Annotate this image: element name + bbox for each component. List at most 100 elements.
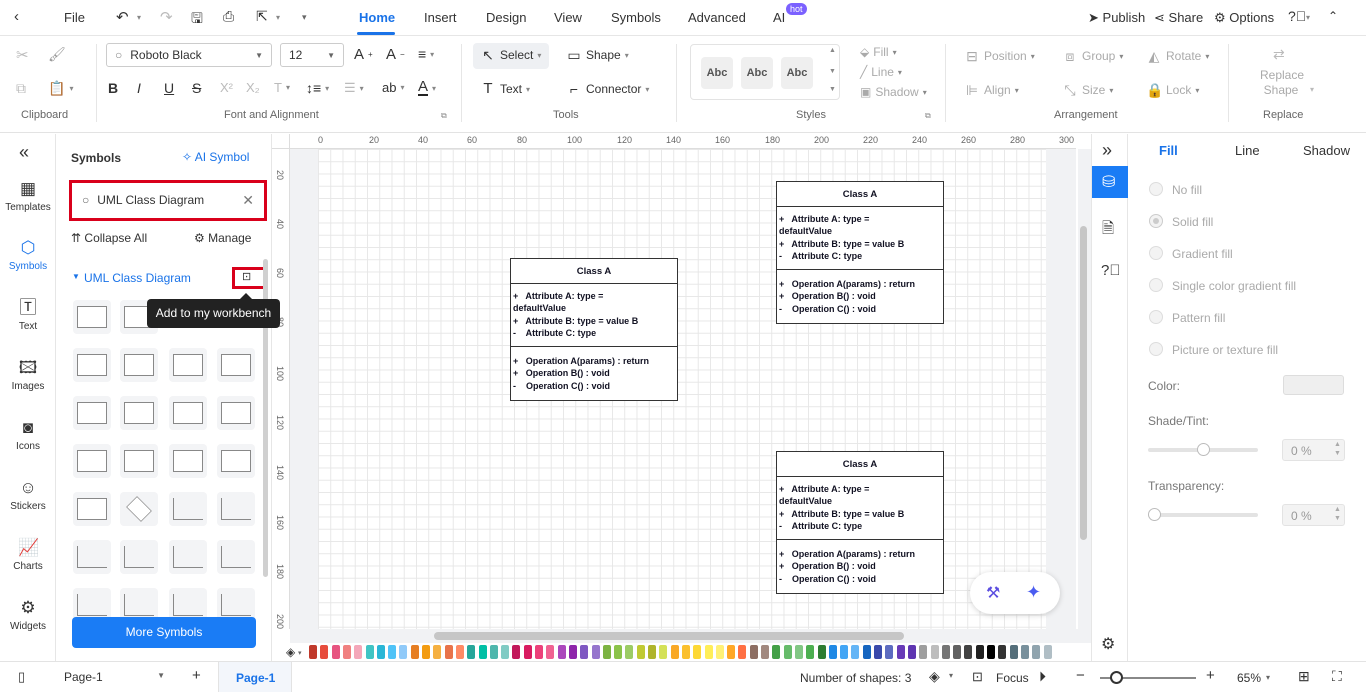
color-swatch[interactable] — [704, 645, 713, 659]
symbol-thumbnail[interactable] — [73, 300, 111, 334]
tab-home[interactable]: Home — [359, 10, 395, 25]
help-dropdown-icon[interactable]: ▾ — [1306, 13, 1310, 22]
tab-symbols[interactable]: Symbols — [611, 10, 661, 25]
nav-icons[interactable]: ◙ Icons — [0, 418, 56, 452]
color-swatch[interactable] — [659, 645, 668, 659]
line-spacing-icon[interactable]: ↕≡ ▾ — [306, 80, 329, 96]
style-preset-2[interactable]: Abc — [741, 57, 773, 89]
copy-icon[interactable]: ⧉ — [16, 80, 26, 97]
tab-shadow[interactable]: Shadow — [1303, 143, 1350, 158]
symbol-thumbnail[interactable] — [73, 348, 111, 382]
color-swatch[interactable] — [331, 645, 340, 659]
page-select[interactable]: Page-1 ▼ — [50, 666, 175, 688]
bullets-icon[interactable]: ☰ ▾ — [344, 80, 364, 96]
color-swatch[interactable] — [557, 645, 566, 659]
color-swatch[interactable] — [614, 645, 623, 659]
page-panel-icon[interactable]: ▯ — [18, 669, 25, 685]
color-swatch[interactable] — [467, 645, 476, 659]
expand-gallery-icon[interactable]: ▼ — [829, 86, 836, 93]
nav-text[interactable]: 🅃 Text — [0, 298, 56, 332]
radio-picture-fill[interactable] — [1149, 342, 1163, 356]
color-swatch[interactable] — [783, 645, 792, 659]
radio-solid-fill[interactable] — [1149, 214, 1163, 228]
more-symbols-button[interactable]: More Symbols — [72, 617, 256, 648]
color-swatch[interactable] — [862, 645, 871, 659]
symbol-thumbnail[interactable] — [120, 492, 158, 526]
nav-symbols[interactable]: ⬡ Symbols — [0, 238, 56, 272]
color-swatch[interactable] — [602, 645, 611, 659]
color-swatch[interactable] — [1043, 645, 1052, 659]
color-swatch[interactable] — [953, 645, 962, 659]
file-menu[interactable]: File — [64, 10, 85, 25]
color-swatch[interactable] — [365, 645, 374, 659]
color-swatch[interactable] — [320, 645, 329, 659]
clear-icon[interactable]: ✕ — [242, 192, 254, 209]
color-swatch[interactable] — [941, 645, 950, 659]
symbol-thumbnail[interactable] — [217, 396, 255, 430]
font-family-select[interactable]: ○ Roboto Black ▼ — [106, 43, 272, 67]
line-button[interactable]: ╱ Line ▾ — [860, 65, 902, 79]
color-swatch[interactable] — [433, 645, 442, 659]
undo-icon[interactable]: ↶ — [116, 8, 129, 26]
color-swatch[interactable] — [388, 645, 397, 659]
color-swatch[interactable] — [546, 645, 555, 659]
back-icon[interactable]: ‹ — [14, 8, 19, 25]
connector-button[interactable]: ⌐ Connector ▾ — [566, 81, 649, 97]
color-swatch[interactable] — [648, 645, 656, 659]
strikethrough-icon[interactable]: S — [192, 80, 201, 96]
color-swatch[interactable] — [919, 645, 928, 659]
text-case-icon[interactable]: T ▾ — [274, 80, 290, 95]
lock-button[interactable]: 🔒 Lock ▾ — [1146, 82, 1199, 98]
increase-font-icon[interactable]: A + — [354, 46, 373, 63]
symbol-thumbnail[interactable] — [120, 396, 158, 430]
text-highlight-icon[interactable]: ab ▾ — [382, 80, 404, 95]
horizontal-scrollbar[interactable] — [434, 632, 904, 640]
zoom-level[interactable]: 65% — [1237, 671, 1261, 685]
text-button[interactable]: T Text ▾ — [480, 81, 530, 97]
color-swatch[interactable] — [1032, 645, 1041, 659]
color-swatch[interactable] — [885, 645, 894, 659]
options-button[interactable]: ⚙ Options — [1214, 10, 1274, 26]
expand-panel-icon[interactable]: » — [1102, 140, 1112, 161]
font-color-icon[interactable]: A ▾ — [418, 79, 436, 96]
color-swatch[interactable] — [512, 645, 521, 659]
color-swatch[interactable] — [455, 645, 464, 659]
color-swatch[interactable] — [376, 645, 385, 659]
tab-line[interactable]: Line — [1235, 143, 1260, 158]
fill-button[interactable]: ⬙ Fill ▾ — [860, 45, 897, 59]
symbol-thumbnail[interactable] — [217, 492, 255, 526]
symbol-thumbnail[interactable] — [120, 348, 158, 382]
color-swatch[interactable] — [761, 645, 769, 659]
paint-bucket-icon[interactable]: ⛁ — [1102, 172, 1115, 192]
color-swatch[interactable] — [874, 645, 882, 659]
fit-page-icon[interactable]: ⊞ — [1298, 668, 1310, 685]
color-swatch[interactable] — [1009, 645, 1018, 659]
symbol-thumbnail[interactable] — [217, 540, 255, 574]
paste-icon[interactable]: 📋 ▾ — [48, 80, 73, 97]
symbol-thumbnail[interactable] — [73, 540, 111, 574]
style-preset-3[interactable]: Abc — [781, 57, 813, 89]
focus-icon[interactable]: ⊡ — [972, 669, 983, 685]
color-swatch[interactable] — [422, 645, 430, 659]
nav-stickers[interactable]: ☺ Stickers — [0, 478, 56, 512]
symbol-thumbnail[interactable] — [169, 444, 207, 478]
color-swatch[interactable] — [410, 645, 419, 659]
color-swatch[interactable] — [670, 645, 679, 659]
color-swatch[interactable] — [399, 645, 408, 659]
fullscreen-icon[interactable]: ⛶ — [1332, 668, 1342, 685]
color-swatch[interactable] — [693, 645, 702, 659]
color-swatch[interactable] — [489, 645, 498, 659]
color-swatch[interactable] — [828, 645, 837, 659]
symbol-thumbnail[interactable] — [169, 348, 207, 382]
chevron-down-icon[interactable]: ▾ — [949, 671, 953, 680]
zoom-out-icon[interactable]: − — [1076, 667, 1085, 684]
symbol-thumbnail[interactable] — [169, 540, 207, 574]
help-icon[interactable]: ?⃝ — [1288, 8, 1306, 24]
italic-icon[interactable]: I — [137, 80, 141, 96]
symbol-thumbnail[interactable] — [120, 444, 158, 478]
transparency-slider-handle[interactable] — [1148, 508, 1161, 521]
symbol-thumbnail[interactable] — [73, 444, 111, 478]
color-swatch[interactable] — [580, 645, 589, 659]
color-swatch[interactable] — [772, 645, 781, 659]
position-button[interactable]: ⊟ Position ▾ — [964, 48, 1035, 64]
